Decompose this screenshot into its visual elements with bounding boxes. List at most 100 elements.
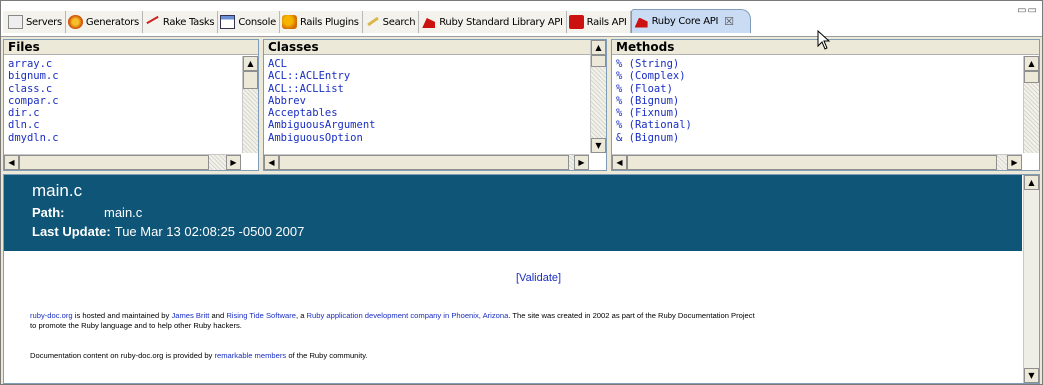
methods-list[interactable]: % (String) % (Complex) % (Float) % (Bign… [612,56,1022,153]
scroll-up-icon[interactable]: ▲ [1024,175,1039,190]
list-item[interactable]: dir.c [8,107,241,119]
scroll-left-icon[interactable]: ◀ [4,155,19,170]
list-item[interactable]: % (Rational) [616,119,1022,131]
list-item[interactable]: array.c [8,58,241,70]
list-item[interactable]: ACL [268,58,589,70]
tab-label: Rake Tasks [162,16,215,28]
list-item[interactable]: AmbiguousOption [268,132,589,144]
list-item[interactable]: % (Complex) [616,70,1022,82]
documentation-view: main.c Path: main.c Last Update: Tue Mar… [3,174,1040,384]
files-horizontal-scrollbar[interactable]: ◀ ▶ [4,154,241,170]
tab-generators[interactable]: Generators [65,11,143,33]
classes-vertical-scrollbar[interactable]: ▲ ▼ [590,40,606,153]
tab-rails-api[interactable]: Rails API [566,11,631,33]
path-row: Path: main.c [32,205,1022,220]
list-item[interactable]: & (Bignum) [616,132,1022,144]
tab-console[interactable]: Console [218,11,280,33]
last-update-value: Tue Mar 13 02:08:25 -0500 2007 [114,224,305,239]
mouse-pointer-icon [817,30,831,50]
list-item[interactable]: % (String) [616,58,1022,70]
scroll-up-icon[interactable]: ▲ [243,56,258,71]
minimize-maximize-icon[interactable]: ▭▭ [1017,5,1038,16]
company-link[interactable]: Ruby application development company in … [307,311,509,320]
tab-ruby-standard-library-api[interactable]: Ruby Standard Library API [419,11,567,33]
servers-icon [8,15,23,29]
scroll-thumb[interactable] [627,155,997,170]
footer-text: of the Ruby community. [286,351,368,360]
close-icon[interactable]: ☒ [724,15,734,28]
tab-label: Ruby Core API [651,16,719,27]
james-britt-link[interactable]: James Britt [171,311,209,320]
list-item[interactable]: dmydln.c [8,132,241,144]
scroll-right-icon[interactable]: ▶ [574,155,589,170]
tab-label: Rails Plugins [299,16,359,28]
ruby-icon [634,15,649,29]
tab-servers[interactable]: Servers [3,11,66,33]
ruby-icon [421,15,436,29]
scroll-left-icon[interactable]: ◀ [264,155,279,170]
files-vertical-scrollbar[interactable]: ▲ [242,56,258,153]
search-icon [365,15,380,29]
browse-panes: Files array.c bignum.c class.c compar.c … [3,39,1040,171]
footer-text: Documentation content on ruby-doc.org is… [30,351,215,360]
footer-text: is hosted and maintained by [72,311,172,320]
console-icon [220,15,236,29]
footer-text: , a [295,311,307,320]
scroll-right-icon[interactable]: ▶ [1007,155,1022,170]
last-update-label: Last Update: [32,224,111,239]
tab-label: Servers [26,16,62,28]
footer-text: and [209,311,227,320]
scroll-down-icon[interactable]: ▼ [1024,368,1039,383]
list-item[interactable]: ACL::ACLList [268,83,589,95]
classes-list[interactable]: ACL ACL::ACLEntry ACL::ACLList Abbrev Ac… [264,56,589,153]
list-item[interactable]: Acceptables [268,107,589,119]
list-item[interactable]: dln.c [8,119,241,131]
validate-link[interactable]: [Validate] [516,272,561,284]
methods-vertical-scrollbar[interactable]: ▲ [1023,56,1039,153]
remarkable-members-link[interactable]: remarkable members [214,351,286,360]
plugin-icon [281,15,297,29]
list-item[interactable]: compar.c [8,95,241,107]
scroll-thumb[interactable] [19,155,209,170]
methods-horizontal-scrollbar[interactable]: ◀ ▶ [612,154,1022,170]
scroll-up-icon[interactable]: ▲ [1024,56,1039,71]
tab-label: Search [382,16,416,28]
scroll-down-icon[interactable]: ▼ [591,138,606,153]
list-item[interactable]: % (Fixnum) [616,107,1022,119]
rake-icon [145,15,160,29]
files-list[interactable]: array.c bignum.c class.c compar.c dir.c … [4,56,241,153]
list-item[interactable]: class.c [8,83,241,95]
tab-rake-tasks[interactable]: Rake Tasks [142,11,219,33]
list-item[interactable]: Abbrev [268,95,589,107]
list-item[interactable]: % (Bignum) [616,95,1022,107]
methods-pane: Methods % (String) % (Complex) % (Float)… [611,39,1040,171]
footer-purpose-text: to promote the Ruby language and to help… [30,321,242,330]
list-item[interactable]: % (Float) [616,83,1022,95]
scroll-thumb[interactable] [279,155,569,170]
doc-body: [Validate] ruby-doc.org is hosted and ma… [4,251,1022,383]
scroll-thumb[interactable] [1024,71,1039,83]
doc-header: main.c Path: main.c Last Update: Tue Mar… [4,175,1022,251]
tab-list: Servers Generators Rake Tasks Console Ra… [3,9,751,33]
scroll-thumb[interactable] [591,55,606,67]
list-item[interactable]: ACL::ACLEntry [268,70,589,82]
scroll-thumb[interactable] [243,71,258,89]
tab-ruby-core-api[interactable]: Ruby Core API ☒ [630,9,751,33]
path-value: main.c [104,205,143,220]
list-item[interactable]: bignum.c [8,70,241,82]
files-pane: Files array.c bignum.c class.c compar.c … [3,39,259,171]
ruby-doc-link[interactable]: ruby-doc.org [30,311,73,320]
classes-horizontal-scrollbar[interactable]: ◀ ▶ [264,154,589,170]
tab-label: Ruby Standard Library API [439,16,563,28]
classes-header: Classes [264,40,606,55]
list-item[interactable]: AmbiguousArgument [268,119,589,131]
scroll-right-icon[interactable]: ▶ [226,155,241,170]
tab-search[interactable]: Search [362,11,420,33]
tab-rails-plugins[interactable]: Rails Plugins [279,11,363,33]
scroll-up-icon[interactable]: ▲ [591,40,606,55]
footer-contributors-text: Documentation content on ruby-doc.org is… [30,351,368,361]
ruby-api-view: Servers Generators Rake Tasks Console Ra… [0,0,1043,385]
scroll-left-icon[interactable]: ◀ [612,155,627,170]
doc-vertical-scrollbar[interactable]: ▲ ▼ [1023,175,1039,383]
rising-tide-link[interactable]: Rising Tide Software [226,311,296,320]
